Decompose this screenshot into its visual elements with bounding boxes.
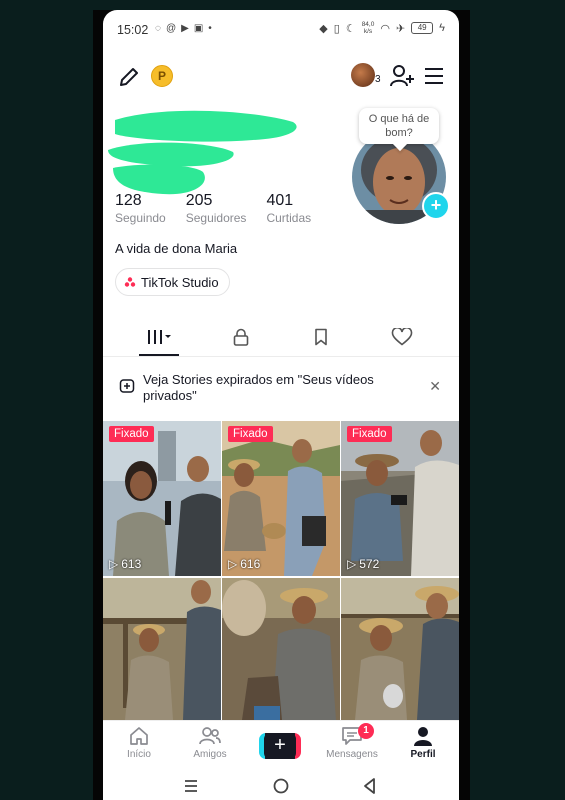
status-time: 15:02	[117, 23, 149, 37]
profile-icon	[414, 727, 432, 746]
heart-icon	[391, 328, 413, 346]
stat-likes[interactable]: 401 Curtidas	[266, 192, 311, 225]
notification-icons: ◌ @ ▶ ▣ •	[155, 23, 212, 34]
video-thumbnail-image	[222, 421, 340, 576]
video-thumbnail[interactable]	[341, 578, 459, 733]
stat-followers[interactable]: 205 Seguidores	[186, 192, 247, 225]
stat-following[interactable]: 128 Seguindo	[115, 192, 166, 225]
create-button[interactable]: +	[259, 733, 301, 759]
tab-saved[interactable]	[301, 320, 341, 354]
profile-stats: 128 Seguindo 205 Seguidores 401 Curtidas	[115, 192, 331, 225]
content-tabs	[103, 320, 459, 357]
video-thumbnail-image	[103, 578, 221, 720]
play-icon: ▷	[109, 557, 119, 571]
pinned-badge: Fixado	[109, 426, 154, 442]
studio-label: TikTok Studio	[141, 274, 219, 290]
system-icons: ◆ ▯ ☾ 84,0 k/s ◠ ✈ 49 ϟ	[319, 21, 445, 35]
view-count: ▷ 572	[347, 557, 380, 571]
nav-friends[interactable]: Amigos	[180, 725, 240, 760]
studio-icon	[124, 277, 136, 287]
nav-inbox[interactable]: 1 Mensagens	[322, 723, 382, 760]
account-count: 3	[375, 74, 381, 85]
bottom-nav: Início Amigos + 1 Mensagens Perfil	[103, 720, 459, 769]
tab-private[interactable]	[221, 320, 261, 354]
wifi-icon: ◠	[380, 22, 390, 35]
network-speed: 84,0 k/s	[361, 21, 375, 35]
drop-icon: ◆	[319, 22, 328, 35]
video-thumbnail[interactable]: Fixado ▷ 616	[222, 421, 340, 576]
menu-icon[interactable]	[423, 65, 445, 87]
tab-videos[interactable]	[139, 320, 179, 356]
status-bar: 15:02 ◌ @ ▶ ▣ • ◆ ▯ ☾ 84,0 k/s ◠ ✈ 49 ϟ	[103, 10, 459, 48]
add-photo-button[interactable]: +	[422, 192, 450, 220]
profile-bio: A vida de dona Maria	[115, 241, 238, 256]
video-thumbnail-image	[222, 578, 340, 720]
charging-icon: ϟ	[439, 22, 445, 34]
video-thumbnail-image	[103, 421, 221, 576]
play-icon: ▷	[228, 557, 238, 571]
threads-icon: @	[165, 23, 177, 34]
video-thumbnail[interactable]	[222, 578, 340, 733]
recent-apps-icon[interactable]	[183, 778, 199, 794]
video-thumbnail[interactable]	[103, 578, 221, 733]
friends-icon	[199, 727, 221, 745]
pinned-badge: Fixado	[228, 426, 273, 442]
view-count: ▷ 616	[228, 557, 261, 571]
youtube-icon: ▶	[181, 23, 189, 34]
tab-liked[interactable]	[382, 320, 422, 354]
add-user-icon[interactable]	[389, 63, 415, 89]
airplane-icon: ✈	[395, 22, 406, 35]
close-icon[interactable]: ✕	[429, 378, 441, 395]
stories-banner-text: Veja Stories expirados em "Seus vídeos p…	[143, 372, 374, 403]
pinned-badge: Fixado	[347, 426, 392, 442]
add-story-icon	[119, 379, 135, 393]
grid-icon	[148, 330, 171, 344]
battery-icon: 49	[411, 22, 434, 34]
expired-stories-banner[interactable]: Veja Stories expirados em "Seus vídeos p…	[103, 360, 459, 418]
play-icon: ▷	[347, 557, 357, 571]
video-thumbnail-image	[341, 578, 459, 720]
video-thumbnail[interactable]: Fixado ▷ 613	[103, 421, 221, 576]
dot-icon: •	[208, 23, 212, 34]
inbox-badge: 1	[358, 723, 374, 739]
account-avatar[interactable]	[351, 63, 375, 87]
view-count: ▷ 613	[109, 557, 142, 571]
home-circle-icon[interactable]	[272, 777, 290, 795]
lock-icon	[233, 328, 249, 346]
coin-icon[interactable]: P	[151, 65, 173, 87]
video-grid: Fixado ▷ 613 Fixado ▷ 616 Fixado ▷ 572	[103, 421, 459, 733]
nav-home[interactable]: Início	[109, 725, 169, 760]
video-thumbnail[interactable]: Fixado ▷ 572	[341, 421, 459, 576]
shop-icon: ▣	[193, 23, 204, 34]
vibrate-icon: ▯	[333, 22, 340, 35]
tiktok-studio-button[interactable]: TikTok Studio	[115, 268, 230, 296]
phone-screen: 15:02 ◌ @ ▶ ▣ • ◆ ▯ ☾ 84,0 k/s ◠ ✈ 49 ϟ …	[103, 10, 459, 800]
home-icon	[130, 727, 148, 745]
create-icon: +	[264, 733, 296, 759]
whatsapp-icon: ◌	[155, 23, 161, 34]
video-thumbnail-image	[341, 421, 459, 576]
bookmark-icon	[315, 328, 327, 346]
nav-profile[interactable]: Perfil	[393, 725, 453, 760]
status-bubble[interactable]: O que há de bom?	[359, 108, 439, 144]
edit-pen-icon[interactable]	[117, 65, 141, 89]
moon-icon: ☾	[345, 22, 356, 35]
system-navigation	[103, 772, 459, 800]
back-icon[interactable]	[362, 777, 378, 795]
